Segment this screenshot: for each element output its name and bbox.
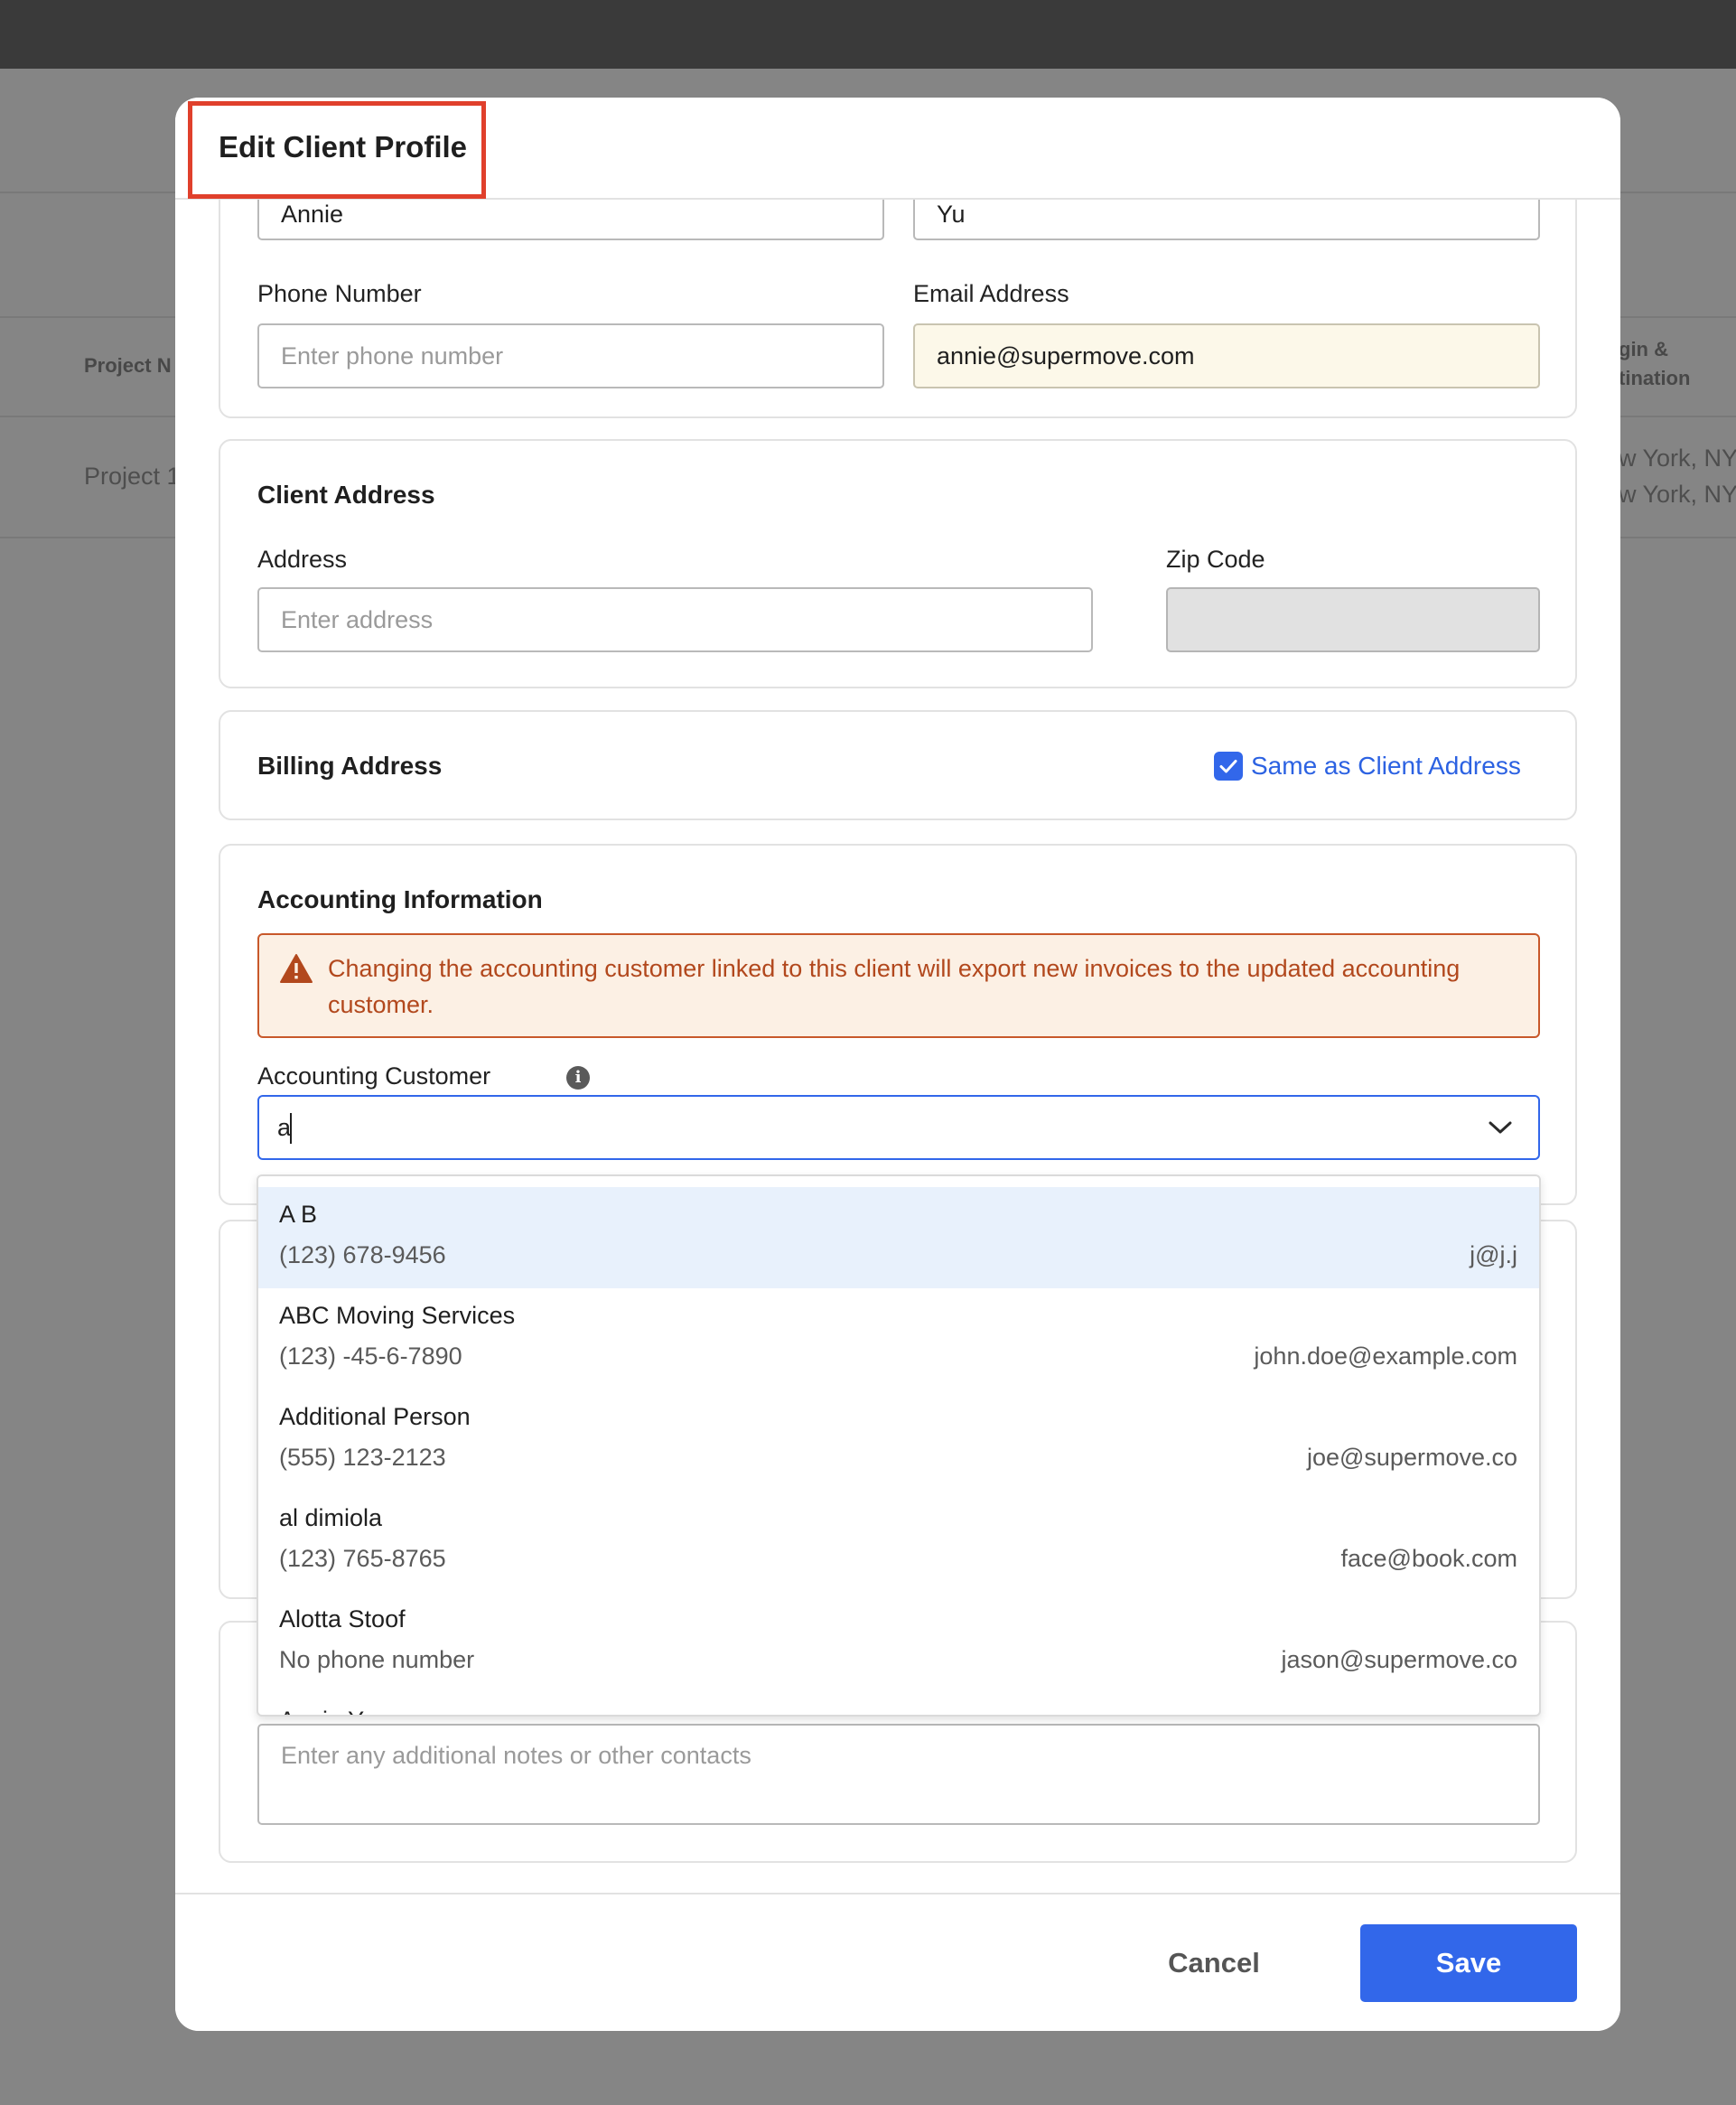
text-cursor [290, 1113, 292, 1144]
dropdown-option[interactable]: Annie Yu [258, 1693, 1539, 1715]
info-icon[interactable]: i [566, 1066, 590, 1090]
accounting-warning-banner: Changing the accounting customer linked … [257, 933, 1540, 1038]
bg-table-header-origin: gin & [1619, 338, 1668, 360]
accounting-customer-combobox[interactable]: a [257, 1095, 1540, 1160]
same-as-client-label[interactable]: Same as Client Address [1251, 752, 1521, 781]
option-phone: (123) 765-8765 [279, 1545, 446, 1572]
billing-address-card: Billing Address Same as Client Address [219, 710, 1577, 820]
option-phone: (123) 678-9456 [279, 1241, 446, 1268]
modal-header: Edit Client Profile [175, 98, 1620, 200]
chevron-down-icon[interactable] [1488, 1118, 1513, 1137]
edit-client-profile-modal: Edit Client Profile Annie Yu Phone Numbe… [175, 98, 1620, 2031]
option-phone: (123) -45-6-7890 [279, 1343, 462, 1370]
option-phone: (555) 123-2123 [279, 1444, 446, 1471]
phone-input[interactable]: Enter phone number [257, 323, 884, 388]
option-name: Additional Person [279, 1403, 471, 1430]
dropdown-option[interactable]: al dimiola (123) 765-8765 face@book.com [258, 1491, 1539, 1592]
option-name: A B [279, 1201, 318, 1228]
option-email: jason@supermove.co [1281, 1646, 1517, 1673]
modal-title: Edit Client Profile [219, 130, 468, 164]
option-name: al dimiola [279, 1504, 383, 1531]
bg-row-project: Project 1 [84, 463, 181, 490]
billing-address-title: Billing Address [257, 752, 443, 780]
option-name: Annie Yu [279, 1707, 377, 1715]
phone-label: Phone Number [257, 280, 422, 307]
save-button[interactable]: Save [1360, 1924, 1577, 2002]
accounting-customer-dropdown: A B (123) 678-9456 j@j.j ABC Moving Serv… [257, 1174, 1541, 1717]
client-address-title: Client Address [257, 481, 435, 509]
modal-footer: Cancel Save [175, 1893, 1620, 2031]
app-top-bar [0, 0, 1736, 69]
warning-icon [280, 954, 313, 983]
bg-row-destination: w York, NY [1619, 481, 1736, 508]
dropdown-option[interactable]: Alotta Stoof No phone number jason@super… [258, 1592, 1539, 1693]
option-email: joe@supermove.co [1306, 1444, 1517, 1471]
option-name: ABC Moving Services [279, 1302, 516, 1329]
cancel-button[interactable]: Cancel [1155, 1924, 1273, 2002]
same-as-client-checkbox[interactable] [1214, 752, 1243, 781]
accounting-customer-input-value: a [277, 1114, 292, 1141]
address-input[interactable]: Enter address [257, 587, 1093, 652]
zip-code-input [1166, 587, 1540, 652]
dropdown-option[interactable]: ABC Moving Services (123) -45-6-7890 joh… [258, 1288, 1539, 1389]
accounting-title: Accounting Information [257, 885, 543, 913]
bg-table-header-destination: tination [1619, 367, 1691, 389]
address-label: Address [257, 546, 348, 573]
option-phone: No phone number [279, 1646, 475, 1673]
bg-row-origin: w York, NY [1619, 444, 1736, 472]
option-email: john.doe@example.com [1254, 1343, 1517, 1370]
dropdown-option[interactable]: Additional Person (555) 123-2123 joe@sup… [258, 1389, 1539, 1491]
checkmark-icon [1219, 760, 1237, 773]
client-address-card: Client Address Address Enter address Zip… [219, 439, 1577, 688]
option-name: Alotta Stoof [279, 1605, 406, 1633]
email-input[interactable]: annie@supermove.com [913, 323, 1540, 388]
bg-table-header-project: Project N [84, 354, 172, 377]
accounting-customer-label: Accounting Customer [257, 1062, 491, 1090]
accounting-warning-text: Changing the accounting customer linked … [328, 955, 1461, 1018]
zip-code-label: Zip Code [1166, 546, 1265, 573]
notes-textarea[interactable]: Enter any additional notes or other cont… [257, 1724, 1540, 1825]
accounting-info-card: Accounting Information Changing the acco… [219, 844, 1577, 1205]
option-email: face@book.com [1340, 1545, 1518, 1572]
option-email: j@j.j [1470, 1241, 1517, 1268]
email-label: Email Address [913, 280, 1069, 307]
dropdown-option[interactable]: A B (123) 678-9456 j@j.j [258, 1187, 1539, 1288]
